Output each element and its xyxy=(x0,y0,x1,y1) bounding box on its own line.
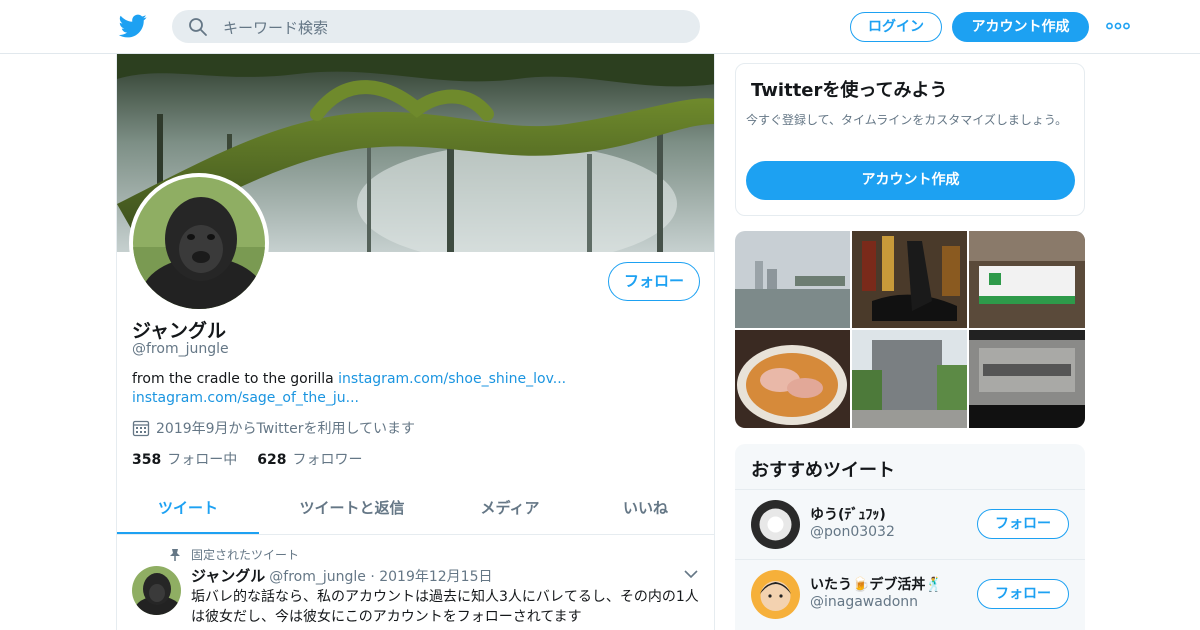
tab-tweets[interactable]: ツイート xyxy=(117,484,259,534)
bio-link-instagram-2[interactable]: instagram.com/sage_of_the_ju... xyxy=(132,390,359,406)
profile-bio: from the cradle to the gorilla instagram… xyxy=(132,370,702,408)
gorilla-avatar-image xyxy=(133,177,265,309)
media-tile-station-sign[interactable] xyxy=(969,231,1085,328)
tweet-separator: · xyxy=(365,569,380,585)
media-tile-shoes-bottles[interactable] xyxy=(852,231,967,328)
pinned-label: 固定されたツイート xyxy=(191,548,300,562)
recommended-handle[interactable]: @inagawadonn xyxy=(810,594,918,610)
profile-handle[interactable]: @from_jungle xyxy=(132,341,229,357)
tab-likes[interactable]: いいね xyxy=(575,484,714,534)
login-button[interactable]: ログイン xyxy=(850,12,942,42)
followers-stat[interactable]: 628 フォロワー xyxy=(257,449,362,469)
tweet-author-name[interactable]: ジャングル xyxy=(191,565,265,586)
follow-button[interactable]: フォロー xyxy=(608,262,700,301)
tweet-avatar[interactable] xyxy=(132,566,181,615)
gorilla-avatar-image xyxy=(132,566,181,615)
profile-column: フォロー ジャングル @from_jungle from the cradle … xyxy=(116,54,715,630)
bio-link-instagram-1[interactable]: instagram.com/shoe_shine_lov... xyxy=(338,371,566,387)
recommended-handle[interactable]: @pon03032 xyxy=(810,524,895,540)
media-tile-police-sign[interactable] xyxy=(969,330,1085,428)
joined-text: 2019年9月からTwitterを利用しています xyxy=(156,421,416,437)
chevron-down-icon[interactable] xyxy=(684,570,698,579)
followers-count: 628 xyxy=(257,452,287,468)
bio-text: from the cradle to the gorilla xyxy=(132,371,334,387)
recommended-accounts-card: おすすめツイート ゆう(ﾃﾞｭﾌｯ) @pon03032 フォロー いたう🍺デブ… xyxy=(735,444,1085,630)
following-label: フォロー中 xyxy=(167,452,238,468)
signup-card-button[interactable]: アカウント作成 xyxy=(746,161,1075,200)
more-options-icon[interactable] xyxy=(1106,19,1130,33)
profile-avatar[interactable] xyxy=(129,173,269,313)
tweet-date[interactable]: 2019年12月15日 xyxy=(379,566,492,586)
search-placeholder[interactable]: キーワード検索 xyxy=(223,17,328,38)
media-tile-building[interactable] xyxy=(852,330,967,428)
profile-name[interactable]: ジャングル xyxy=(132,316,226,343)
twitter-bird-icon[interactable] xyxy=(118,12,148,40)
followers-label: フォロワー xyxy=(292,452,363,468)
signup-card: Twitterを使ってみよう 今すぐ登録して、タイムラインをカスタマイズしましょ… xyxy=(735,63,1085,216)
following-count: 358 xyxy=(132,452,162,468)
pinned-indicator: 固定されたツイート xyxy=(169,546,299,563)
signup-card-title: Twitterを使ってみよう xyxy=(751,80,948,101)
signup-card-description: 今すぐ登録して、タイムラインをカスタマイズしましょう。 xyxy=(746,113,1068,127)
signup-button[interactable]: アカウント作成 xyxy=(952,12,1089,42)
profile-stats: 358 フォロー中 628 フォロワー xyxy=(132,449,382,469)
tab-media[interactable]: メディア xyxy=(445,484,575,534)
profile-tabs: ツイート ツイートと返信 メディア いいね xyxy=(117,484,714,535)
pin-icon xyxy=(170,548,180,561)
calendar-icon xyxy=(132,420,150,437)
tweet-text: 垢バレ的な話なら、私のアカウントは過去に知人3人にバレてるし、その内の1人は彼女… xyxy=(191,589,699,625)
media-grid xyxy=(735,231,1085,428)
media-tile-city-river[interactable] xyxy=(735,231,850,328)
recommended-title: おすすめツイート xyxy=(751,460,895,481)
recommended-avatar[interactable] xyxy=(751,500,800,549)
tweet-header: ジャングル @from_jungle · 2019年12月15日 xyxy=(191,565,493,586)
recommended-follow-button[interactable]: フォロー xyxy=(977,509,1069,539)
tweet-author-handle[interactable]: @from_jungle xyxy=(269,569,366,585)
recommended-follow-button[interactable]: フォロー xyxy=(977,579,1069,609)
recommended-item[interactable]: ゆう(ﾃﾞｭﾌｯ) @pon03032 フォロー xyxy=(735,489,1085,559)
joined-date: 2019年9月からTwitterを利用しています xyxy=(132,418,415,438)
recommended-name[interactable]: ゆう(ﾃﾞｭﾌｯ) xyxy=(810,504,886,524)
top-navigation-bar: キーワード検索 ログイン アカウント作成 xyxy=(0,0,1200,54)
tab-tweets-and-replies[interactable]: ツイートと返信 xyxy=(259,484,445,534)
recommended-name[interactable]: いたう🍺デブ活丼🕺 xyxy=(810,574,943,594)
search-icon xyxy=(189,18,207,36)
media-tile-ramen[interactable] xyxy=(735,330,850,428)
following-stat[interactable]: 358 フォロー中 xyxy=(132,449,237,469)
search-box[interactable]: キーワード検索 xyxy=(172,10,700,43)
recommended-avatar[interactable] xyxy=(751,570,800,619)
recommended-item[interactable]: いたう🍺デブ活丼🕺 @inagawadonn フォロー xyxy=(735,559,1085,629)
